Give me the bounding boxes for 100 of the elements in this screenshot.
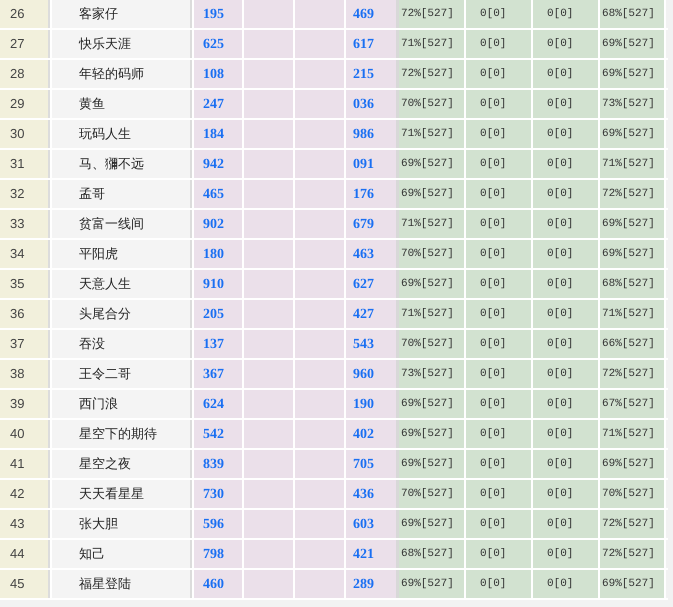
- value-cell: 190: [346, 390, 399, 418]
- stat-cell: 72%[527]: [600, 180, 666, 208]
- value-cell: 108: [192, 60, 244, 88]
- value-cell: 625: [192, 30, 244, 58]
- stat-cell: 0[0]: [533, 0, 600, 28]
- rank-cell: 32: [0, 180, 50, 208]
- name-cell: 孟哥: [50, 180, 192, 208]
- stat-cell: 72%[527]: [600, 540, 666, 568]
- stat-cell: 0[0]: [466, 450, 533, 478]
- stat-cell: 0[0]: [533, 180, 600, 208]
- rank-cell: 37: [0, 330, 50, 358]
- stat-cell: 71%[527]: [399, 210, 466, 238]
- name-cell: 天天看星星: [50, 480, 192, 508]
- rank-cell: 29: [0, 90, 50, 118]
- value-cell: 960: [346, 360, 399, 388]
- rank-cell: 27: [0, 30, 50, 58]
- stat-cell: 70%[527]: [399, 480, 466, 508]
- rank-cell: 42: [0, 480, 50, 508]
- value-cell: 679: [346, 210, 399, 238]
- rank-cell: 26: [0, 0, 50, 28]
- stat-cell: 0[0]: [466, 180, 533, 208]
- stat-cell: 0[0]: [466, 360, 533, 388]
- value-cell: 839: [192, 450, 244, 478]
- value-cell: 543: [346, 330, 399, 358]
- stat-cell: 73%[527]: [600, 90, 666, 118]
- stat-cell: 0[0]: [466, 210, 533, 238]
- value-cell: 942: [192, 150, 244, 178]
- stat-cell: 70%[527]: [399, 90, 466, 118]
- stat-cell: 0[0]: [533, 210, 600, 238]
- rank-cell: 45: [0, 570, 50, 598]
- name-cell: 玩码人生: [50, 120, 192, 148]
- stat-cell: 71%[527]: [399, 120, 466, 148]
- stat-cell: 0[0]: [533, 120, 600, 148]
- stat-cell: 0[0]: [466, 120, 533, 148]
- rank-cell: 44: [0, 540, 50, 568]
- name-cell: 马、獼不远: [50, 150, 192, 178]
- stat-cell: 0[0]: [466, 420, 533, 448]
- name-cell: 黄鱼: [50, 90, 192, 118]
- stat-cell: 69%[527]: [600, 240, 666, 268]
- stat-cell: 0[0]: [533, 450, 600, 478]
- rank-cell: 31: [0, 150, 50, 178]
- stat-cell: 0[0]: [533, 570, 600, 598]
- stat-cell: 0[0]: [466, 390, 533, 418]
- stat-cell: 0[0]: [466, 60, 533, 88]
- value-cell: 367: [192, 360, 244, 388]
- rank-cell: 28: [0, 60, 50, 88]
- value-cell: 091: [346, 150, 399, 178]
- value-cell: 596: [192, 510, 244, 538]
- stat-cell: 69%[527]: [399, 570, 466, 598]
- stat-cell: 70%[527]: [600, 480, 666, 508]
- rank-cell: 34: [0, 240, 50, 268]
- rank-cell: 43: [0, 510, 50, 538]
- name-cell: 快乐天涯: [50, 30, 192, 58]
- value-cell: 902: [192, 210, 244, 238]
- stat-cell: 68%[527]: [600, 270, 666, 298]
- name-cell: 客家仔: [50, 0, 192, 28]
- stat-cell: 71%[527]: [600, 150, 666, 178]
- name-cell: 张大胆: [50, 510, 192, 538]
- name-cell: 年轻的码师: [50, 60, 192, 88]
- value-cell: 421: [346, 540, 399, 568]
- stat-cell: 71%[527]: [399, 300, 466, 328]
- value-cell: 215: [346, 60, 399, 88]
- value-cell: 624: [192, 390, 244, 418]
- stat-cell: 0[0]: [533, 390, 600, 418]
- value-cell: 184: [192, 120, 244, 148]
- stat-cell: 0[0]: [533, 270, 600, 298]
- stat-cell: 70%[527]: [399, 330, 466, 358]
- stat-cell: 69%[527]: [399, 450, 466, 478]
- stat-cell: 0[0]: [466, 30, 533, 58]
- stat-cell: 72%[527]: [399, 60, 466, 88]
- value-cell: 705: [346, 450, 399, 478]
- stat-cell: 0[0]: [466, 270, 533, 298]
- stat-cell: 71%[527]: [399, 30, 466, 58]
- stat-cell: 72%[527]: [600, 510, 666, 538]
- value-cell: 469: [346, 0, 399, 28]
- value-cell: 036: [346, 90, 399, 118]
- rank-cell: 30: [0, 120, 50, 148]
- rank-cell: 38: [0, 360, 50, 388]
- stat-cell: 73%[527]: [399, 360, 466, 388]
- stat-cell: 69%[527]: [399, 390, 466, 418]
- stat-cell: 69%[527]: [399, 180, 466, 208]
- stat-cell: 0[0]: [533, 360, 600, 388]
- stat-cell: 0[0]: [466, 510, 533, 538]
- stat-cell: 0[0]: [533, 480, 600, 508]
- value-cell: 465: [192, 180, 244, 208]
- value-cell: 289: [346, 570, 399, 598]
- stat-cell: 69%[527]: [399, 420, 466, 448]
- stat-cell: 69%[527]: [399, 510, 466, 538]
- value-cell: 137: [192, 330, 244, 358]
- stat-cell: 69%[527]: [600, 120, 666, 148]
- name-cell: 平阳虎: [50, 240, 192, 268]
- stat-cell: 0[0]: [466, 150, 533, 178]
- name-cell: 西门浪: [50, 390, 192, 418]
- name-cell: 知己: [50, 540, 192, 568]
- stat-cell: 69%[527]: [600, 30, 666, 58]
- value-cell: 436: [346, 480, 399, 508]
- stat-cell: 69%[527]: [600, 570, 666, 598]
- rank-cell: 39: [0, 390, 50, 418]
- value-cell: 460: [192, 570, 244, 598]
- name-cell: 星空之夜: [50, 450, 192, 478]
